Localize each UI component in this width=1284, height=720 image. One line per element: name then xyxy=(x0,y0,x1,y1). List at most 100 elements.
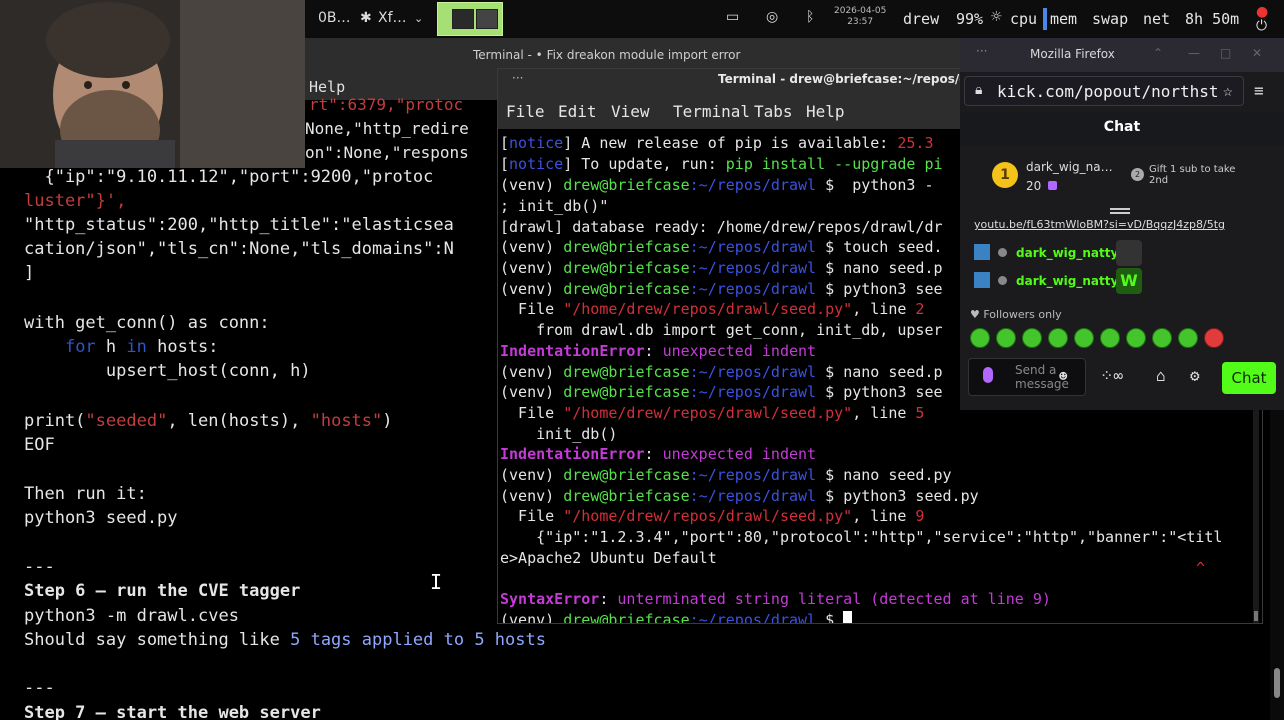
bluetooth-icon[interactable]: ᛒ xyxy=(806,9,814,25)
prompt-symbol: $ xyxy=(825,487,835,505)
emote-button[interactable] xyxy=(1100,328,1120,348)
chat-input[interactable]: Send a message ☻ xyxy=(968,358,1086,396)
page-scrollbar[interactable] xyxy=(1270,410,1284,720)
gifter-name[interactable]: dark_wig_na… xyxy=(1026,160,1113,174)
text-line: rt":6379,"protoc xyxy=(309,94,463,116)
string-literal: "hosts" xyxy=(310,411,383,431)
maximize-icon[interactable]: □ xyxy=(1220,46,1231,60)
gift-prompt[interactable]: Gift 1 sub to take 2nd xyxy=(1149,164,1249,186)
bookmark-star-icon[interactable]: ☆ xyxy=(1223,81,1233,100)
gear-icon[interactable]: ⚙ xyxy=(1190,366,1200,385)
prompt-user: drew@briefcase xyxy=(563,466,690,484)
terminal-prompt-line: (venv) drew@briefcase:~/repos/drawl $ py… xyxy=(500,382,943,402)
swap-label[interactable]: swap xyxy=(1092,10,1128,28)
emote-button[interactable] xyxy=(1204,328,1224,348)
text-cursor-icon: I xyxy=(430,570,443,594)
terminal-prompt-line: (venv) drew@briefcase:~/repos/drawl $ na… xyxy=(500,465,952,485)
minimize-icon[interactable]: — xyxy=(1188,46,1200,60)
chat-username[interactable]: dark_wig_natty: xyxy=(1016,274,1123,288)
battery-label[interactable]: 99% xyxy=(956,10,983,28)
gifter-rank-badge: 1 xyxy=(992,162,1018,188)
scrollbar-thumb[interactable] xyxy=(1254,611,1258,621)
code-fragment: print( xyxy=(24,411,86,431)
workspace-switcher[interactable] xyxy=(437,2,503,36)
more-icon[interactable]: ··· xyxy=(976,44,987,58)
emote-button[interactable] xyxy=(1152,328,1172,348)
emote-button[interactable] xyxy=(1022,328,1042,348)
emote-button[interactable] xyxy=(1074,328,1094,348)
bg-terminal-titlebar[interactable]: Terminal - • Fix dreakon module import e… xyxy=(305,38,1005,72)
line-number: 2 xyxy=(915,300,925,318)
typed-command: python3 seed.py xyxy=(843,487,979,505)
workspace-1[interactable]: 0B… xyxy=(318,10,351,26)
emoji-icon[interactable]: ☻ xyxy=(1059,369,1067,385)
output-text: : xyxy=(644,445,663,463)
prompt-user: drew@briefcase xyxy=(563,611,690,623)
clock[interactable]: 2026-04-05 23:57 xyxy=(834,6,886,28)
menu-file[interactable]: File xyxy=(506,102,545,121)
store-icon[interactable]: ⌂ xyxy=(1156,366,1166,385)
emote-button[interactable] xyxy=(996,328,1016,348)
emote-button[interactable] xyxy=(1178,328,1198,348)
lock-icon[interactable]: 🔒︎ xyxy=(975,82,982,98)
xfce-icon[interactable]: ✱ xyxy=(360,10,372,26)
menu-terminal[interactable]: Terminal xyxy=(673,102,750,121)
menu-tabs[interactable]: Tabs xyxy=(754,102,793,121)
output-text: , line xyxy=(852,404,916,422)
text-line: Should say something like 5 tags applied… xyxy=(24,629,546,651)
workspace-thumb-2[interactable] xyxy=(476,9,498,29)
url-bar[interactable]: 🔒︎ kick.com/popout/northst ☆ xyxy=(964,76,1244,106)
file-path: "/home/drew/repos/drawl/seed.py" xyxy=(563,507,853,525)
prompt-user: drew@briefcase xyxy=(563,280,690,298)
workspace-2[interactable]: Xf… xyxy=(378,10,407,26)
version-text: 25.3 xyxy=(897,134,934,152)
typed-command: touch seed. xyxy=(843,238,943,256)
scrollbar-thumb[interactable] xyxy=(1274,668,1280,698)
kick-coin-icon[interactable]: ⁘∞ xyxy=(1100,366,1123,385)
url-text[interactable]: kick.com/popout/northst xyxy=(997,82,1219,101)
user-label[interactable]: drew xyxy=(903,10,939,28)
prompt-user: drew@briefcase xyxy=(563,259,690,277)
network-icon[interactable]: ◎ xyxy=(766,9,778,25)
net-label[interactable]: net xyxy=(1143,10,1170,28)
firefox-titlebar[interactable]: ··· Mozilla Firefox ⌃ — □ ✕ xyxy=(960,38,1284,72)
terminal-line: ; init_db()" xyxy=(500,197,609,215)
menu-view[interactable]: View xyxy=(611,102,650,121)
cpu-label[interactable]: cpu xyxy=(1010,10,1037,28)
chat-send-button[interactable]: Chat xyxy=(1222,362,1276,394)
emote-button[interactable] xyxy=(1126,328,1146,348)
chevron-down-icon[interactable]: ⌄ xyxy=(414,12,423,25)
code-fragment: hosts: xyxy=(146,337,219,357)
menu-help[interactable]: Help xyxy=(806,102,845,121)
terminal-prompt-line: (venv) drew@briefcase:~/repos/drawl $ to… xyxy=(500,237,943,257)
drag-handle-icon[interactable] xyxy=(1110,208,1130,214)
close-icon[interactable]: ✕ xyxy=(1252,46,1262,60)
display-icon[interactable]: ▭ xyxy=(726,9,739,25)
venv-label: (venv) xyxy=(500,363,555,381)
step-heading: Step 6 — run the CVE tagger xyxy=(24,581,301,601)
bg-terminal-title: Terminal - • Fix dreakon module import e… xyxy=(473,48,741,62)
followers-only-row: ♥ Followers only xyxy=(970,308,1062,321)
text-line: --- xyxy=(24,678,55,698)
brightness-icon[interactable]: ☼ xyxy=(990,9,1003,25)
emote-button[interactable] xyxy=(1048,328,1068,348)
text-line: for h in hosts: xyxy=(24,336,219,358)
firefox-window[interactable]: ··· Mozilla Firefox ⌃ — □ ✕ 🔒︎ kick.com/… xyxy=(960,38,1284,410)
text-line: on":None,"respons xyxy=(305,142,469,164)
prompt-user: drew@briefcase xyxy=(563,238,690,256)
terminal-line: [drawl] database ready: /home/drew/repos… xyxy=(500,218,943,236)
chat-username[interactable]: dark_wig_natty: xyxy=(1016,246,1123,260)
more-icon[interactable]: ··· xyxy=(512,71,523,85)
menu-edit[interactable]: Edit xyxy=(558,102,597,121)
power-icon[interactable]: ⏻ xyxy=(1256,18,1267,34)
code-fragment: cation/json","tls_cn":None,"tls_domains"… xyxy=(24,239,454,259)
chat-link[interactable]: youtu.be/fL63tmWloBM?si=vD/BqqzJ4zp8/5tg xyxy=(974,218,1225,231)
microphone-icon[interactable] xyxy=(983,367,993,383)
chevron-up-icon[interactable]: ⌃ xyxy=(1153,46,1163,60)
mem-label[interactable]: mem xyxy=(1050,10,1077,28)
emote-image: W xyxy=(1116,268,1142,294)
menu-hamburger-icon[interactable]: ≡ xyxy=(1254,81,1264,100)
workspace-thumb-1[interactable] xyxy=(452,9,474,29)
file-path: "/home/drew/repos/drawl/seed.py" xyxy=(563,404,853,422)
emote-button[interactable] xyxy=(970,328,990,348)
